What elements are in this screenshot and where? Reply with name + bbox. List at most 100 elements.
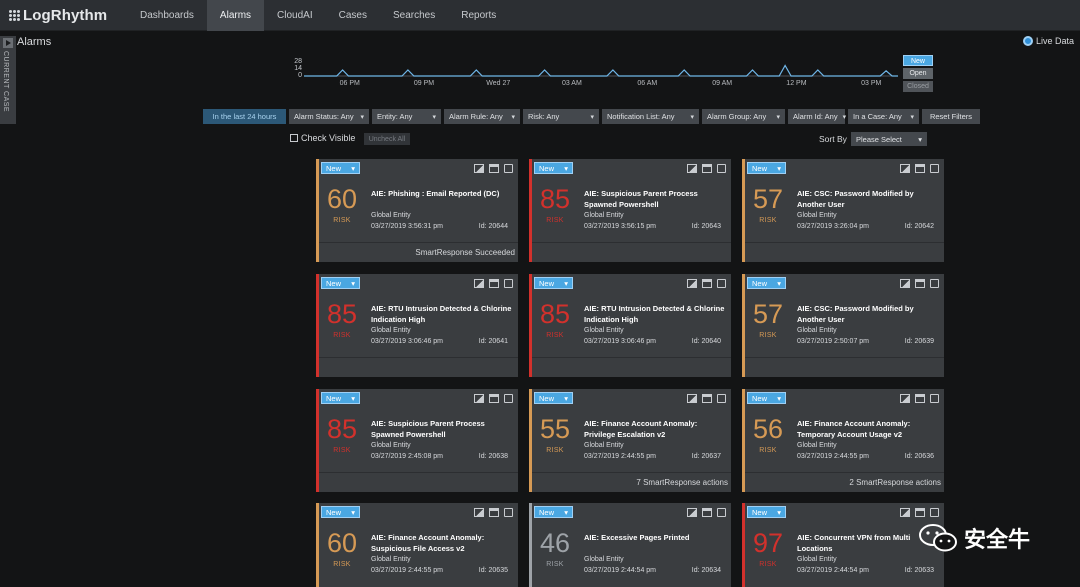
- alarm-title[interactable]: AIE: CSC: Password Modified by Another U…: [797, 188, 942, 210]
- smartresponse-status[interactable]: 2 SmartResponse actions: [745, 472, 944, 492]
- drilldown-icon[interactable]: [474, 508, 484, 517]
- smartresponse-status[interactable]: [319, 472, 518, 492]
- select-checkbox-icon[interactable]: [930, 508, 939, 517]
- alarm-status-dropdown[interactable]: New ▾: [534, 162, 573, 174]
- alarm-card[interactable]: New ▾ 46 RISK AIE: Excessive Pages Printed Gl…: [529, 503, 731, 587]
- alarm-status-dropdown[interactable]: New ▾: [321, 392, 360, 404]
- status-toggle-closed[interactable]: Closed: [903, 81, 933, 92]
- drilldown-icon[interactable]: [900, 394, 910, 403]
- nav-item-cloudai[interactable]: CloudAI: [264, 0, 326, 31]
- drilldown-icon[interactable]: [687, 164, 697, 173]
- nav-item-alarms[interactable]: Alarms: [206, 0, 265, 31]
- alarm-card[interactable]: New ▾ 60 RISK AIE: Phishing : Email Reported…: [316, 159, 518, 262]
- drilldown-icon[interactable]: [687, 279, 697, 288]
- alarm-title[interactable]: AIE: Phishing : Email Reported (DC): [371, 188, 516, 199]
- checkbox-icon[interactable]: [290, 134, 298, 142]
- sort-select[interactable]: Please Select ▾: [851, 132, 927, 146]
- expand-panel-icon[interactable]: [3, 38, 13, 48]
- select-checkbox-icon[interactable]: [717, 394, 726, 403]
- alarm-title[interactable]: AIE: Finance Account Anomaly: Temporary …: [797, 418, 942, 440]
- alarm-card[interactable]: New ▾ 85 RISK AIE: Suspicious Parent Process…: [529, 159, 731, 262]
- select-checkbox-icon[interactable]: [930, 394, 939, 403]
- select-checkbox-icon[interactable]: [504, 164, 513, 173]
- alarm-status-dropdown[interactable]: New ▾: [321, 162, 360, 174]
- live-data-toggle[interactable]: Live Data: [1022, 36, 1074, 46]
- drilldown-icon[interactable]: [687, 394, 697, 403]
- status-toggle-open[interactable]: Open: [903, 68, 933, 79]
- smartresponse-status[interactable]: [532, 242, 731, 262]
- check-visible[interactable]: Check Visible: [290, 133, 355, 143]
- drilldown-icon[interactable]: [474, 394, 484, 403]
- add-to-case-icon[interactable]: [702, 279, 712, 288]
- add-to-case-icon[interactable]: [489, 279, 499, 288]
- drilldown-icon[interactable]: [687, 508, 697, 517]
- filter-7[interactable]: Alarm Id: Any ▾: [788, 109, 846, 124]
- alarm-card[interactable]: New ▾ 85 RISK AIE: RTU Intrusion Detected & …: [316, 274, 518, 377]
- alarm-title[interactable]: AIE: Suspicious Parent Process Spawned P…: [584, 188, 729, 210]
- filter-8[interactable]: In a Case: Any ▾: [848, 109, 919, 124]
- logrhythm-logo[interactable]: LogRhythm: [9, 5, 107, 25]
- select-checkbox-icon[interactable]: [717, 279, 726, 288]
- alarm-timeline-chart[interactable]: [304, 59, 898, 77]
- smartresponse-status[interactable]: [532, 357, 731, 377]
- current-case-tab[interactable]: CURRENT CASE: [0, 36, 16, 124]
- status-toggle-new[interactable]: New: [903, 55, 933, 66]
- add-to-case-icon[interactable]: [915, 279, 925, 288]
- filter-4[interactable]: Risk: Any ▾: [523, 109, 599, 124]
- alarm-card[interactable]: New ▾ 85 RISK AIE: RTU Intrusion Detected & …: [529, 274, 731, 377]
- alarm-status-dropdown[interactable]: New ▾: [747, 506, 786, 518]
- add-to-case-icon[interactable]: [915, 508, 925, 517]
- select-checkbox-icon[interactable]: [930, 279, 939, 288]
- select-checkbox-icon[interactable]: [504, 394, 513, 403]
- alarm-status-dropdown[interactable]: New ▾: [747, 277, 786, 289]
- radio-on-icon[interactable]: [1022, 36, 1033, 46]
- nav-item-cases[interactable]: Cases: [326, 0, 380, 31]
- alarm-card[interactable]: New ▾ 60 RISK AIE: Finance Account Anomaly: …: [316, 503, 518, 587]
- alarm-status-dropdown[interactable]: New ▾: [534, 392, 573, 404]
- alarm-status-dropdown[interactable]: New ▾: [534, 277, 573, 289]
- filter-2[interactable]: Entity: Any ▾: [372, 109, 441, 124]
- nav-item-dashboards[interactable]: Dashboards: [127, 0, 207, 31]
- drilldown-icon[interactable]: [474, 164, 484, 173]
- alarm-title[interactable]: AIE: RTU Intrusion Detected & Chlorine I…: [371, 303, 516, 325]
- smartresponse-status[interactable]: SmartResponse Succeeded: [319, 242, 518, 262]
- alarm-status-dropdown[interactable]: New ▾: [321, 506, 360, 518]
- alarm-status-dropdown[interactable]: New ▾: [747, 392, 786, 404]
- filter-5[interactable]: Notification List: Any ▾: [602, 109, 699, 124]
- drilldown-icon[interactable]: [474, 279, 484, 288]
- add-to-case-icon[interactable]: [702, 394, 712, 403]
- drilldown-icon[interactable]: [900, 164, 910, 173]
- filter-0[interactable]: In the last 24 hours: [203, 109, 286, 124]
- alarm-card[interactable]: New ▾ 57 RISK AIE: CSC: Password Modified by…: [742, 274, 944, 377]
- select-checkbox-icon[interactable]: [504, 508, 513, 517]
- smartresponse-status[interactable]: [745, 242, 944, 262]
- alarm-status-dropdown[interactable]: New ▾: [321, 277, 360, 289]
- alarm-card[interactable]: New ▾ 55 RISK AIE: Finance Account Anomaly: …: [529, 389, 731, 492]
- add-to-case-icon[interactable]: [915, 164, 925, 173]
- filter-6[interactable]: Alarm Group: Any ▾: [702, 109, 785, 124]
- alarm-status-dropdown[interactable]: New ▾: [747, 162, 786, 174]
- select-checkbox-icon[interactable]: [717, 508, 726, 517]
- select-checkbox-icon[interactable]: [504, 279, 513, 288]
- nav-item-searches[interactable]: Searches: [380, 0, 448, 31]
- filter-3[interactable]: Alarm Rule: Any ▾: [444, 109, 520, 124]
- alarm-title[interactable]: AIE: Excessive Pages Printed: [584, 532, 729, 543]
- alarm-status-dropdown[interactable]: New ▾: [534, 506, 573, 518]
- add-to-case-icon[interactable]: [489, 394, 499, 403]
- alarm-card[interactable]: New ▾ 85 RISK AIE: Suspicious Parent Process…: [316, 389, 518, 492]
- alarm-card[interactable]: New ▾ 56 RISK AIE: Finance Account Anomaly: …: [742, 389, 944, 492]
- alarm-title[interactable]: AIE: Finance Account Anomaly: Suspicious…: [371, 532, 516, 554]
- drilldown-icon[interactable]: [900, 508, 910, 517]
- filter-1[interactable]: Alarm Status: Any ▾: [289, 109, 369, 124]
- add-to-case-icon[interactable]: [489, 508, 499, 517]
- filter-9[interactable]: Reset Filters: [922, 109, 980, 124]
- alarm-title[interactable]: AIE: Finance Account Anomaly: Privilege …: [584, 418, 729, 440]
- select-checkbox-icon[interactable]: [717, 164, 726, 173]
- alarm-card[interactable]: New ▾ 57 RISK AIE: CSC: Password Modified by…: [742, 159, 944, 262]
- add-to-case-icon[interactable]: [702, 164, 712, 173]
- smartresponse-status[interactable]: 7 SmartResponse actions: [532, 472, 731, 492]
- uncheck-all-button[interactable]: Uncheck All: [364, 133, 410, 145]
- alarm-title[interactable]: AIE: RTU Intrusion Detected & Chlorine I…: [584, 303, 729, 325]
- alarm-title[interactable]: AIE: Suspicious Parent Process Spawned P…: [371, 418, 516, 440]
- add-to-case-icon[interactable]: [702, 508, 712, 517]
